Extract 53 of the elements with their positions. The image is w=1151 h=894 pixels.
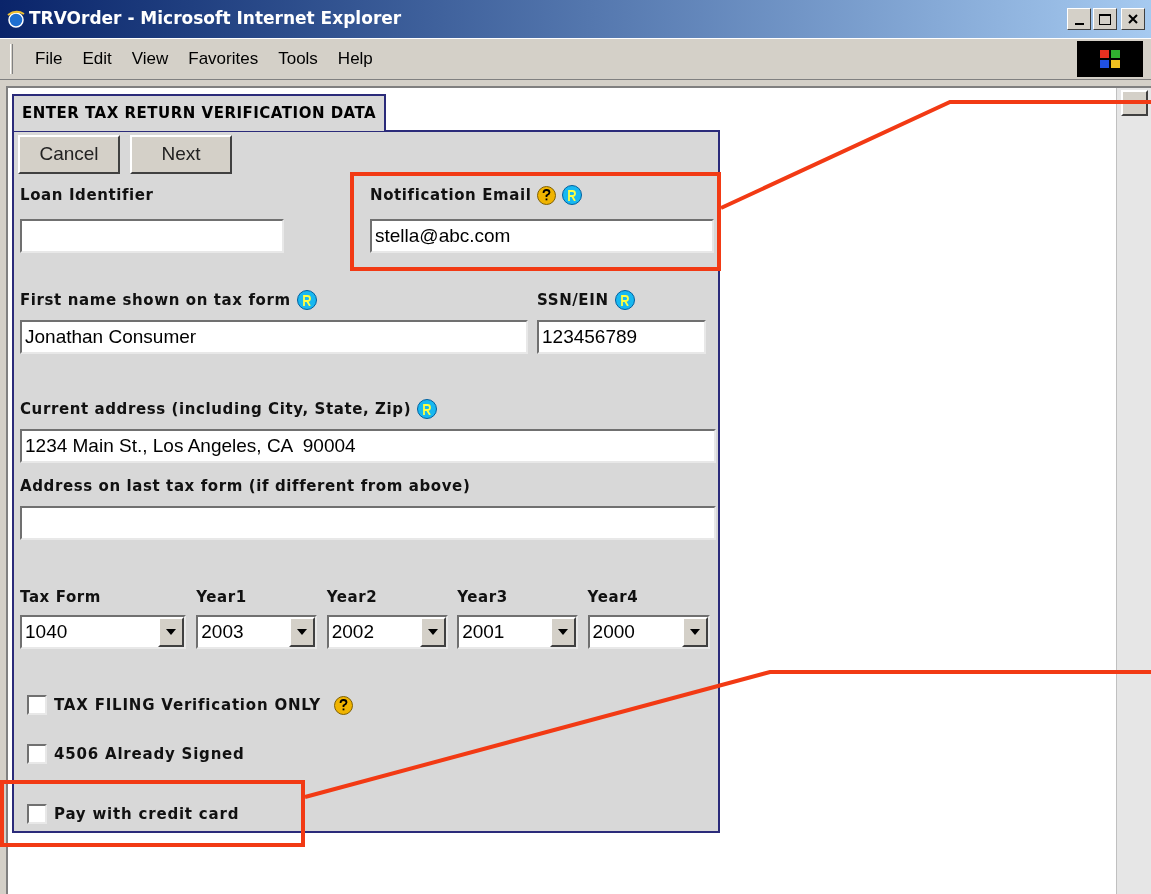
dropdown[interactable]: 2001 bbox=[457, 615, 579, 649]
field-label: Tax Form bbox=[20, 587, 103, 608]
minimize-button[interactable] bbox=[1067, 8, 1091, 30]
menu-item[interactable]: File bbox=[27, 46, 71, 72]
field-label: SSN/EIN bbox=[537, 289, 609, 311]
dropdown[interactable]: 2000 bbox=[587, 615, 710, 649]
help-icon[interactable] bbox=[537, 185, 557, 205]
menu-item[interactable]: View bbox=[123, 46, 177, 72]
dropdown[interactable]: 2003 bbox=[196, 615, 318, 649]
minimize-icon bbox=[1074, 23, 1084, 25]
field-label: First name shown on tax form bbox=[20, 289, 291, 311]
text-field[interactable] bbox=[20, 219, 284, 253]
field-label: Year1 bbox=[196, 587, 248, 608]
dropdown[interactable]: 1040 bbox=[20, 615, 186, 649]
field-label: Loan Identifier bbox=[20, 184, 154, 206]
field-label: Year2 bbox=[326, 587, 379, 608]
checkbox[interactable] bbox=[27, 743, 47, 764]
menu-item[interactable]: Tools bbox=[270, 46, 326, 72]
text-field[interactable]: Jonathan Consumer bbox=[20, 320, 528, 354]
close-icon bbox=[1128, 14, 1138, 24]
menu-item[interactable]: Favorites bbox=[180, 46, 267, 72]
text-field[interactable]: stella@abc.com bbox=[370, 219, 714, 253]
field-label: Notification Email bbox=[370, 184, 532, 206]
checkbox[interactable] bbox=[27, 695, 47, 716]
dropdown-value: 2000 bbox=[591, 619, 636, 644]
checkbox[interactable] bbox=[27, 804, 47, 825]
dropdown-value: 2003 bbox=[200, 619, 245, 644]
help-icon[interactable] bbox=[334, 695, 353, 715]
field-label: Year3 bbox=[457, 587, 509, 608]
throbber-icon bbox=[1077, 41, 1143, 77]
form-button[interactable]: Cancel bbox=[18, 135, 120, 174]
dropdown-value: 2002 bbox=[330, 619, 375, 644]
menu-item[interactable]: Edit bbox=[74, 46, 120, 72]
text-field[interactable]: 123456789 bbox=[537, 320, 706, 354]
browser-icon bbox=[6, 9, 26, 29]
field-label: Address on last tax form (if different from above) bbox=[20, 475, 471, 497]
window-title: TRVOrder - Microsoft Internet Explorer bbox=[29, 7, 402, 31]
dropdown-value: 1040 bbox=[24, 619, 69, 644]
dropdown[interactable]: 2002 bbox=[326, 615, 448, 649]
text-field[interactable] bbox=[20, 506, 716, 540]
form-button[interactable]: Next bbox=[130, 135, 232, 174]
maximize-icon bbox=[1099, 13, 1111, 25]
maximize-button[interactable] bbox=[1093, 8, 1117, 30]
field-label: Year4 bbox=[587, 587, 640, 608]
form-title: ENTER TAX RETURN VERIFICATION DATA bbox=[12, 94, 387, 131]
menu-item[interactable]: Help bbox=[329, 46, 381, 72]
close-button[interactable] bbox=[1121, 8, 1145, 30]
text-field[interactable]: 1234 Main St., Los Angeles, CA 90004 bbox=[20, 429, 716, 463]
field-label: Current address (including City, State, Zip) bbox=[20, 398, 412, 420]
checkbox-label: Pay with credit card bbox=[54, 804, 240, 825]
dropdown-value: 2001 bbox=[461, 619, 506, 644]
checkbox-label: 4506 Already Signed bbox=[54, 743, 245, 765]
checkbox-label: TAX FILING Verification ONLY bbox=[54, 695, 321, 716]
